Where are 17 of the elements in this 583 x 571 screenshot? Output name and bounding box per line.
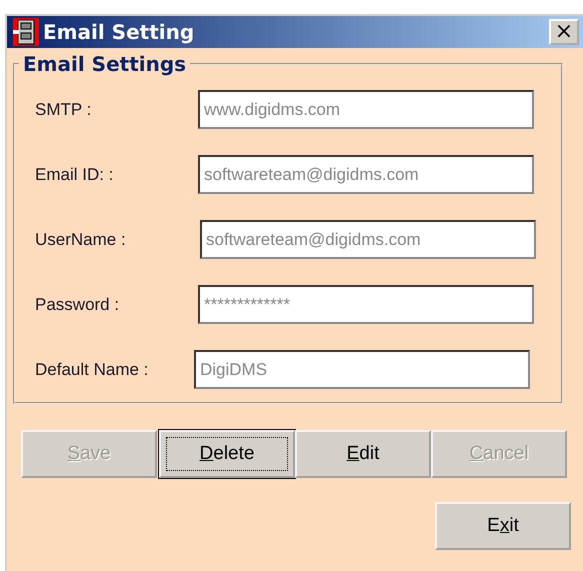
field-label: Default Name : (35, 360, 150, 380)
text-field[interactable]: ************* (198, 285, 534, 324)
field-label: UserName : (35, 230, 127, 250)
field-label: Email ID: : (35, 164, 114, 184)
field-label: Password : (35, 294, 120, 314)
filing-cabinet-icon (13, 18, 39, 46)
field-label: SMTP : (35, 100, 92, 120)
action-button[interactable]: Delete (159, 430, 295, 478)
window-title: Email Setting (43, 20, 196, 44)
group-title: Email Settings (22, 52, 188, 76)
text-field[interactable]: softwareteam@digidms.com (200, 220, 536, 259)
action-button[interactable]: Edit (295, 430, 431, 478)
exit-button[interactable]: Exit (435, 502, 571, 550)
text-field[interactable]: softwareteam@digidms.com (198, 155, 534, 194)
text-field[interactable]: www.digidms.com (198, 90, 534, 129)
text-field[interactable]: DigiDMS (194, 350, 530, 389)
close-button[interactable]: × (549, 19, 579, 45)
